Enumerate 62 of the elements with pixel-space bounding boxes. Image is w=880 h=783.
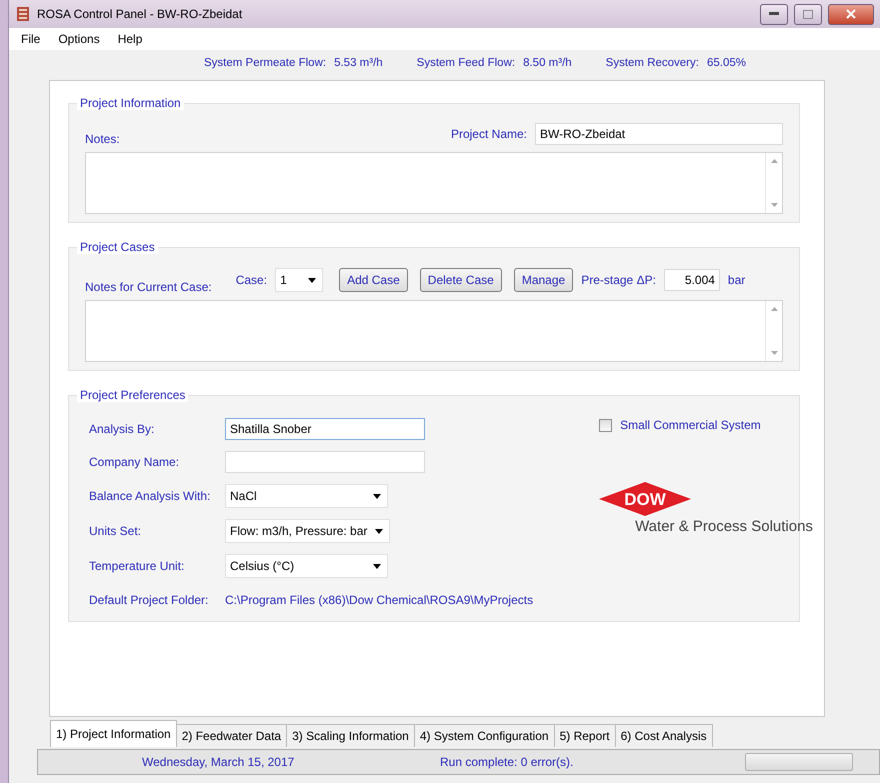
notes-field[interactable] (85, 152, 783, 214)
project-name-field[interactable]: BW-RO-Zbeidat (535, 123, 783, 145)
field-label: Company Name: (89, 455, 180, 469)
scroll-up-icon[interactable] (770, 159, 778, 163)
group-title: Project Cases (77, 240, 158, 254)
project-name-label: Project Name: (450, 127, 527, 141)
group-title: Project Preferences (77, 388, 188, 402)
folder-path: C:\Program Files (x86)\Dow Chemical\ROSA9\MyProjects (225, 593, 534, 607)
text-field[interactable] (225, 451, 425, 473)
logo-tagline: Water & Process Solutions (635, 518, 813, 535)
case-dropdown[interactable]: 1 (275, 268, 324, 292)
summary-label: System Permeate Flow: (204, 57, 326, 69)
summary-value: 65.05% (706, 57, 746, 69)
dropdown[interactable]: Celsius (°C) (225, 554, 388, 578)
scroll-down-icon[interactable] (770, 351, 778, 355)
group-title: Project Information (77, 96, 184, 110)
menu-item[interactable]: Help (110, 30, 150, 48)
dropdown-arrow-icon (375, 528, 383, 534)
case-label: Case: (236, 273, 268, 287)
menu-item[interactable]: File (13, 30, 48, 48)
dropdown[interactable]: NaCl (225, 484, 388, 508)
prestage-field[interactable]: 5.004 (664, 269, 720, 291)
text-field[interactable]: Shatilla Snober (225, 418, 425, 440)
status-date: Wednesday, March 15, 2017 (141, 755, 296, 769)
summary-label: System Feed Flow: (416, 57, 516, 69)
minimize-icon (769, 12, 779, 16)
checkbox[interactable] (599, 418, 612, 432)
case-button[interactable]: Add Case (339, 268, 408, 292)
case-button[interactable]: Delete Case (420, 268, 502, 292)
dropdown[interactable]: Flow: m3/h, Pressure: bar (225, 519, 390, 543)
dropdown-arrow-icon (373, 564, 381, 568)
dropdown-arrow-icon (373, 494, 381, 498)
status-message: Run complete: 0 error(s). (439, 755, 574, 769)
dow-logo: DOW (599, 480, 692, 518)
tab[interactable]: 1) Project Information (50, 720, 177, 747)
checkbox-label: Small Commercial System (620, 418, 761, 432)
field-label: Temperature Unit: (89, 559, 186, 573)
maximize-icon (803, 10, 813, 18)
notes-label: Notes: (85, 132, 120, 146)
field-label: Units Set: (89, 524, 142, 538)
summary-value: 8.50 m³/h (523, 57, 572, 69)
close-icon (846, 9, 856, 19)
maximize-button[interactable] (794, 4, 822, 24)
summary-label: System Recovery: (606, 57, 699, 69)
unit-label: bar (728, 273, 746, 287)
scroll-up-icon[interactable] (770, 307, 778, 311)
field-label: Default Project Folder: (89, 593, 210, 607)
field-label: Analysis By: (89, 422, 156, 436)
minimize-button[interactable] (760, 4, 788, 24)
tab[interactable]: 6) Cost Analysis (614, 724, 713, 747)
case-notes-field[interactable] (85, 300, 783, 362)
field-label: Balance Analysis With: (89, 489, 212, 503)
case-button[interactable]: Manage (514, 268, 574, 292)
scroll-down-icon[interactable] (770, 203, 778, 207)
dropdown-arrow-icon (308, 278, 316, 282)
summary-value: 5.53 m³/h (334, 57, 383, 69)
prestage-label: Pre-stage ΔP: (581, 273, 656, 287)
case-notes-label: Notes for Current Case: (85, 280, 212, 294)
window-title: ROSA Control Panel - BW-RO-Zbeidat (37, 7, 244, 21)
close-button[interactable] (828, 4, 874, 24)
menu-item[interactable]: Options (50, 30, 108, 48)
app-icon (15, 6, 31, 22)
